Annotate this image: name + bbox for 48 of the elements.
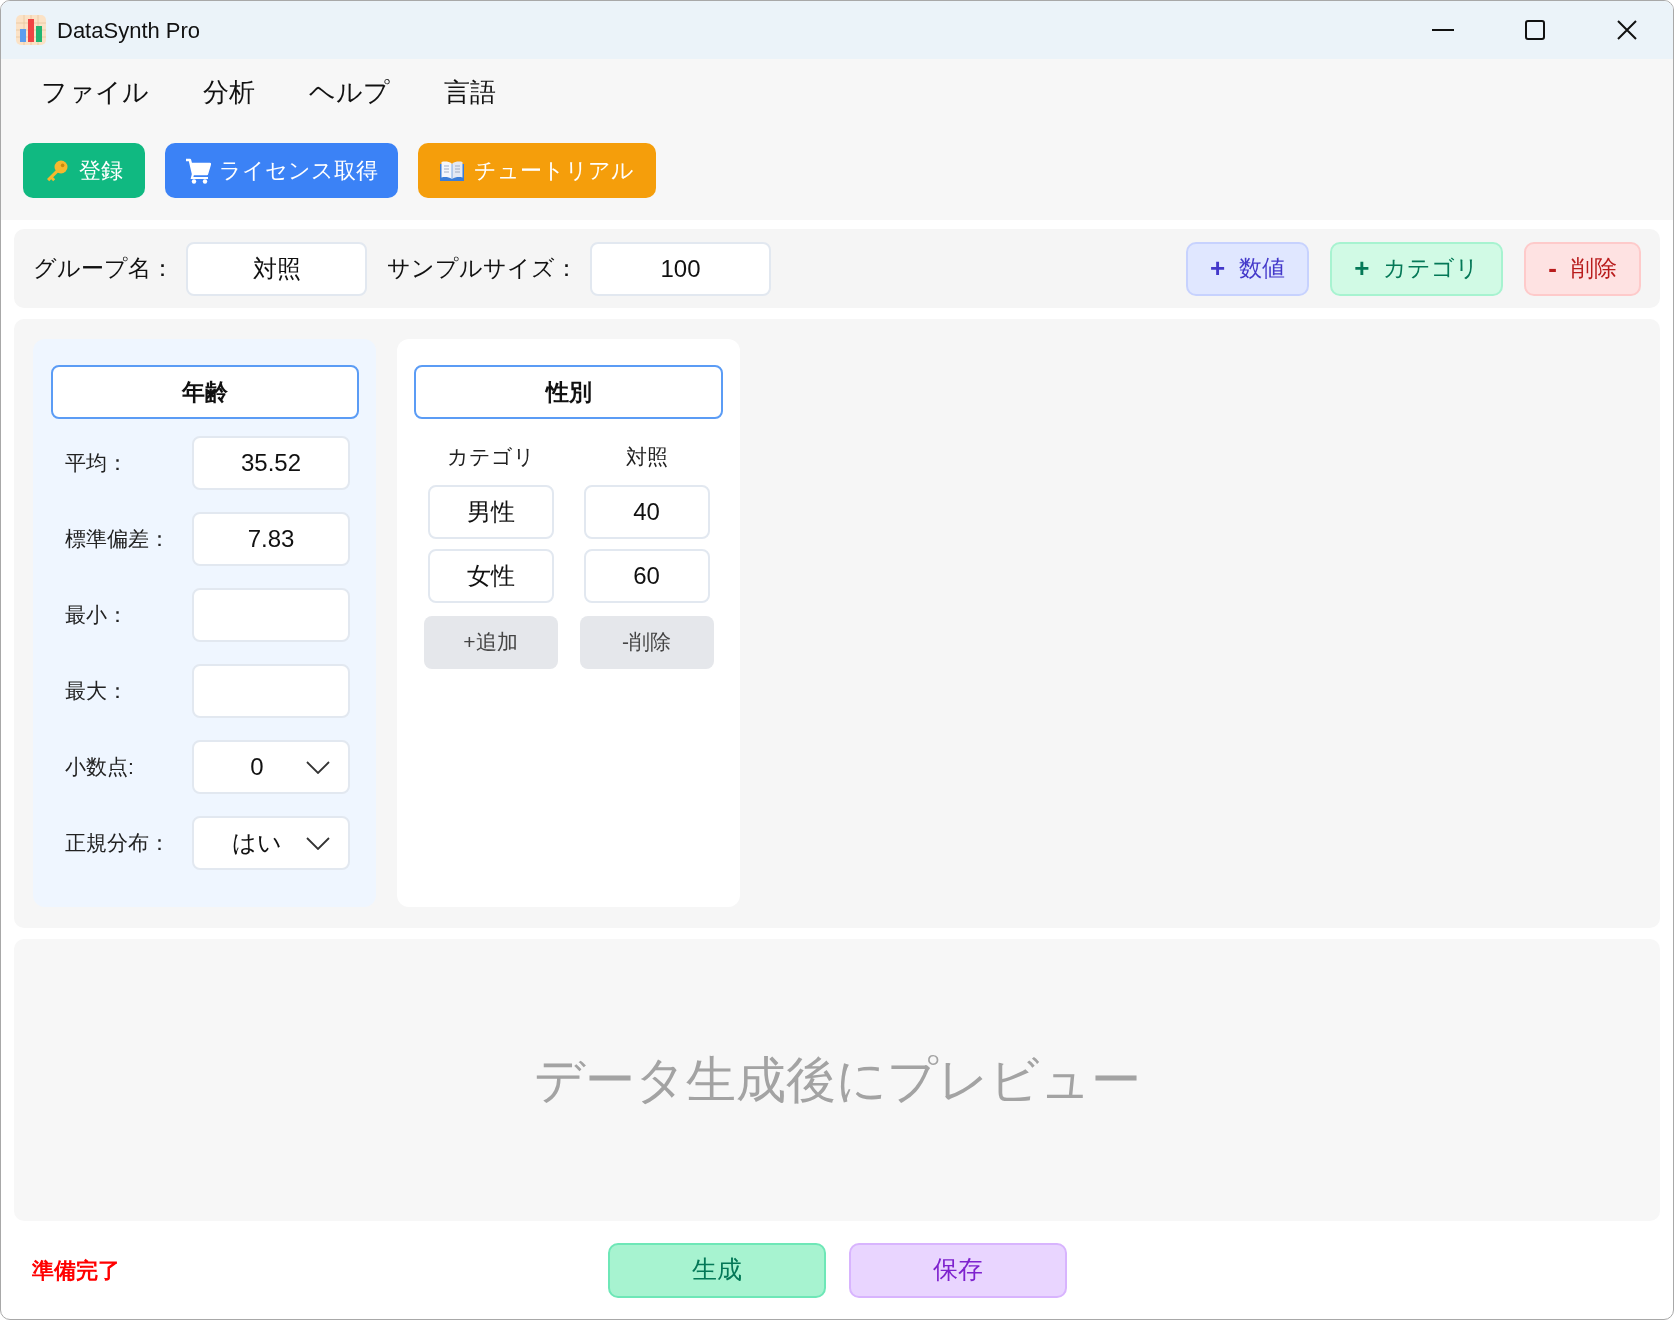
field-label: サンプルサイズ： <box>387 254 578 284</box>
generate-button[interactable]: 生成 <box>607 1242 826 1298</box>
text-field[interactable]: 100 <box>590 241 771 296</box>
parameter-field[interactable]: 35.52 <box>192 436 350 490</box>
add-row-button[interactable]: +追加 <box>423 615 558 669</box>
parameter-field[interactable]: 7.83 <box>192 512 350 566</box>
parameter-label: 標準偏差： <box>65 526 171 553</box>
column-header: 対照 <box>624 444 669 470</box>
category-field[interactable]: 女性 <box>427 548 554 603</box>
status-text: 準備完了 <box>32 1256 120 1285</box>
dropdown[interactable]: 0 <box>192 740 350 794</box>
key-icon <box>45 158 69 183</box>
window-title: DataSynth Pro <box>57 16 201 45</box>
save-button[interactable]: 保存 <box>848 1242 1067 1298</box>
add-category-button[interactable]: + カテゴリ <box>1330 241 1504 296</box>
app-logo-icon <box>16 15 46 45</box>
menu-item[interactable]: 分析 <box>181 66 277 118</box>
menu-item[interactable]: 言語 <box>422 66 518 118</box>
parameter-label: 小数点: <box>65 754 135 781</box>
variable-name-field[interactable]: 性別 <box>414 365 723 419</box>
variable-name-field[interactable]: 年齢 <box>51 365 359 419</box>
menu-item[interactable]: ファイル <box>19 66 171 118</box>
minimize-icon <box>1432 29 1454 31</box>
book-icon <box>440 160 464 181</box>
category-field[interactable]: 男性 <box>427 484 554 539</box>
parameter-field[interactable] <box>192 588 350 642</box>
category-field[interactable]: 40 <box>583 484 710 539</box>
parameter-label: 平均： <box>65 450 129 477</box>
remove-row-button[interactable]: -削除 <box>579 615 714 669</box>
parameter-label: 最大： <box>65 678 129 705</box>
column-header: カテゴリ <box>445 444 536 470</box>
category-field[interactable]: 60 <box>583 548 710 603</box>
parameter-label: 正規分布： <box>65 830 171 857</box>
cart-icon <box>185 157 211 184</box>
menu-item[interactable]: ヘルプ <box>287 66 412 118</box>
parameter-label: 最小： <box>65 602 129 629</box>
delete-button[interactable]: - 削除 <box>1524 241 1641 296</box>
add-numeric-button[interactable]: + 数値 <box>1185 241 1310 296</box>
maximize-icon <box>1525 20 1545 40</box>
chevron-down-icon <box>306 760 330 774</box>
text-field[interactable]: 対照 <box>186 241 367 296</box>
parameter-field[interactable] <box>192 664 350 718</box>
dropdown[interactable]: はい <box>192 816 350 870</box>
chevron-down-icon <box>306 836 330 850</box>
preview-message: データ生成後にプレビュー <box>533 1051 1141 1110</box>
close-icon <box>1617 20 1637 40</box>
buy-license-button[interactable]: ライセンス取得 <box>165 143 398 198</box>
field-label: グループ名： <box>33 254 174 284</box>
